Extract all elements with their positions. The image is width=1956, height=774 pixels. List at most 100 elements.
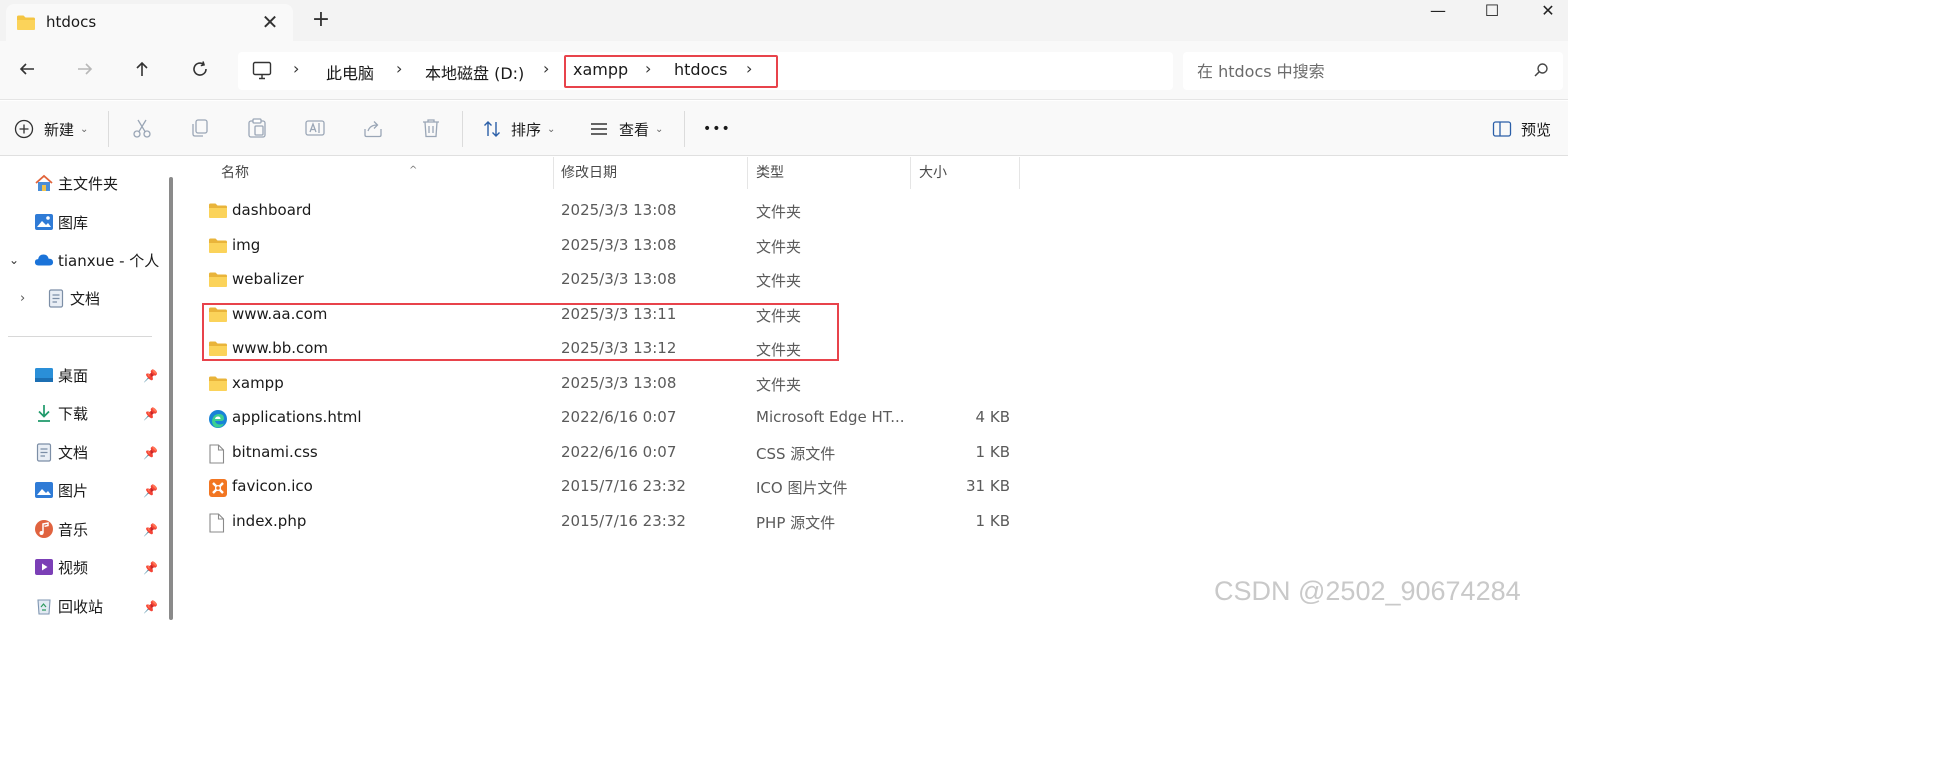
navigation-bar: › 此电脑 › 本地磁盘 (D:) › xampp › htdocs › — [0, 41, 1568, 100]
file-row[interactable]: bitnami.css 2022/6/16 0:07 CSS 源文件 1 KB — [203, 436, 1023, 470]
file-row[interactable]: favicon.ico 2015/7/16 23:32 ICO 图片文件 31 KB — [203, 470, 1023, 504]
chevron-right-icon[interactable]: › — [20, 291, 34, 306]
sidebar-item-gallery[interactable]: 图库 — [34, 207, 88, 237]
toolbar-divider — [462, 111, 463, 147]
tab-close-button[interactable]: ✕ — [258, 10, 282, 34]
breadcrumb-separator-icon: › — [396, 59, 403, 78]
navigation-pane: 主文件夹 图库 ⌄ tianxue - 个人 › 文档 桌面 📌 下载 📌 文档… — [0, 157, 180, 620]
file-size: 31 KB — [966, 477, 1010, 495]
file-row[interactable]: index.php 2015/7/16 23:32 PHP 源文件 1 KB — [203, 505, 1023, 539]
column-header-name[interactable]: 名称 ^ — [213, 157, 554, 189]
folder-icon — [208, 237, 228, 255]
file-name: dashboard — [232, 201, 312, 219]
file-list: 名称 ^ 修改日期 类型 大小 dashboard 2025/3/3 13:08 文… — [183, 157, 1568, 620]
view-button[interactable]: 查看 ⌄ — [589, 115, 663, 143]
refresh-button[interactable] — [186, 57, 214, 85]
sidebar-item-onedrive[interactable]: ⌄ tianxue - 个人 — [9, 245, 159, 275]
column-header-type[interactable]: 类型 — [748, 157, 911, 189]
copy-icon[interactable] — [189, 117, 213, 141]
minimize-button[interactable]: — — [1410, 0, 1466, 26]
file-modified-date: 2015/7/16 23:32 — [561, 511, 686, 530]
pin-icon[interactable]: 📌 — [143, 561, 158, 575]
chevron-down-icon: ⌄ — [80, 123, 89, 135]
close-window-button[interactable]: ✕ — [1520, 0, 1576, 26]
file-name: bitnami.css — [232, 442, 318, 461]
file-name: index.php — [232, 511, 307, 530]
up-button[interactable] — [128, 57, 156, 85]
breadcrumb-this-pc[interactable]: 此电脑 — [326, 60, 374, 84]
pin-icon[interactable]: 📌 — [143, 369, 158, 383]
file-row[interactable]: webalizer 2025/3/3 13:08 文件夹 — [203, 263, 1023, 297]
chevron-down-icon[interactable]: ⌄ — [9, 253, 23, 267]
column-header-modified[interactable]: 修改日期 — [553, 157, 748, 189]
file-modified-date: 2022/6/16 0:07 — [561, 442, 677, 461]
preview-pane-icon — [1492, 121, 1512, 137]
sidebar-item-label: 桌面 — [58, 366, 89, 385]
pin-icon[interactable]: 📌 — [143, 484, 158, 498]
file-row[interactable]: xampp 2025/3/3 13:08 文件夹 — [203, 367, 1023, 401]
more-options-button[interactable]: ••• — [703, 115, 731, 143]
sidebar-item-videos[interactable]: 视频 — [34, 552, 88, 582]
sidebar-item-documents[interactable]: 文档 — [34, 437, 88, 467]
music-icon — [34, 519, 54, 539]
sidebar-item-onedrive-documents[interactable]: › 文档 — [20, 283, 100, 313]
desktop-icon — [34, 365, 54, 385]
file-row[interactable]: applications.html 2022/6/16 0:07 Microsoft… — [203, 401, 1023, 435]
plus-circle-icon — [14, 119, 34, 139]
pin-icon[interactable]: 📌 — [143, 600, 158, 614]
sidebar-item-label: 文档 — [70, 289, 101, 308]
forward-button[interactable] — [71, 57, 99, 85]
cut-icon[interactable] — [131, 117, 155, 141]
maximize-button[interactable]: ☐ — [1464, 0, 1520, 26]
sidebar-item-music[interactable]: 音乐 — [34, 514, 88, 544]
sidebar-item-label: tianxue - 个人 — [58, 251, 160, 270]
breadcrumb-local-disk[interactable]: 本地磁盘 (D:) — [425, 60, 524, 84]
tab-htdocs[interactable]: htdocs ✕ — [6, 4, 293, 41]
sort-label: 排序 — [511, 120, 542, 139]
sidebar-divider — [8, 336, 152, 337]
command-bar: 新建 ⌄ 排序 ⌄ 查看 ⌄ ••• 预览 — [0, 101, 1568, 156]
sidebar-item-label: 视频 — [58, 558, 89, 577]
back-button[interactable] — [13, 57, 41, 85]
file-modified-date: 2025/3/3 13:08 — [561, 235, 677, 254]
sidebar-item-recycle-bin[interactable]: 回收站 — [34, 591, 103, 621]
document-icon — [46, 288, 66, 308]
file-row[interactable]: img 2025/3/3 13:08 文件夹 — [203, 229, 1023, 263]
download-icon — [34, 403, 54, 423]
pin-icon[interactable]: 📌 — [143, 446, 158, 460]
share-icon[interactable] — [362, 117, 386, 141]
gallery-icon — [34, 212, 54, 232]
rename-icon[interactable] — [304, 117, 328, 141]
file-row[interactable]: dashboard 2025/3/3 13:08 文件夹 — [203, 194, 1023, 228]
toolbar-divider — [684, 111, 685, 147]
refresh-icon — [193, 61, 207, 76]
file-modified-date: 2025/3/3 13:08 — [561, 373, 677, 392]
new-button[interactable]: 新建 ⌄ — [14, 115, 88, 143]
sidebar-item-label: 主文件夹 — [58, 174, 119, 193]
preview-pane-button[interactable]: 预览 — [1492, 115, 1551, 143]
document-icon — [34, 442, 54, 462]
file-type: ICO 图片文件 — [756, 479, 848, 497]
pin-icon[interactable]: 📌 — [143, 523, 158, 537]
search-box[interactable] — [1183, 52, 1563, 90]
delete-icon[interactable] — [420, 117, 444, 141]
sidebar-item-label: 图片 — [58, 481, 89, 500]
view-list-icon — [591, 123, 607, 135]
sidebar-item-pictures[interactable]: 图片 — [34, 475, 88, 505]
sort-icon — [484, 121, 500, 137]
address-bar[interactable]: › 此电脑 › 本地磁盘 (D:) › xampp › htdocs › — [238, 52, 1173, 90]
sort-button[interactable]: 排序 ⌄ — [482, 115, 555, 143]
search-input[interactable] — [1197, 59, 1517, 83]
pin-icon[interactable]: 📌 — [143, 407, 158, 421]
sidebar-item-desktop[interactable]: 桌面 — [34, 360, 88, 390]
sidebar-scrollbar[interactable] — [169, 177, 173, 620]
sidebar-item-downloads[interactable]: 下载 — [34, 398, 88, 428]
sidebar-item-label: 文档 — [58, 443, 89, 462]
folder-icon — [208, 375, 228, 393]
column-header-size[interactable]: 大小 — [911, 157, 1020, 189]
search-icon[interactable] — [1533, 62, 1549, 82]
sidebar-item-home[interactable]: 主文件夹 — [34, 168, 118, 198]
new-label: 新建 — [44, 120, 75, 139]
paste-icon[interactable] — [246, 117, 270, 141]
new-tab-button[interactable]: + — [309, 8, 333, 32]
